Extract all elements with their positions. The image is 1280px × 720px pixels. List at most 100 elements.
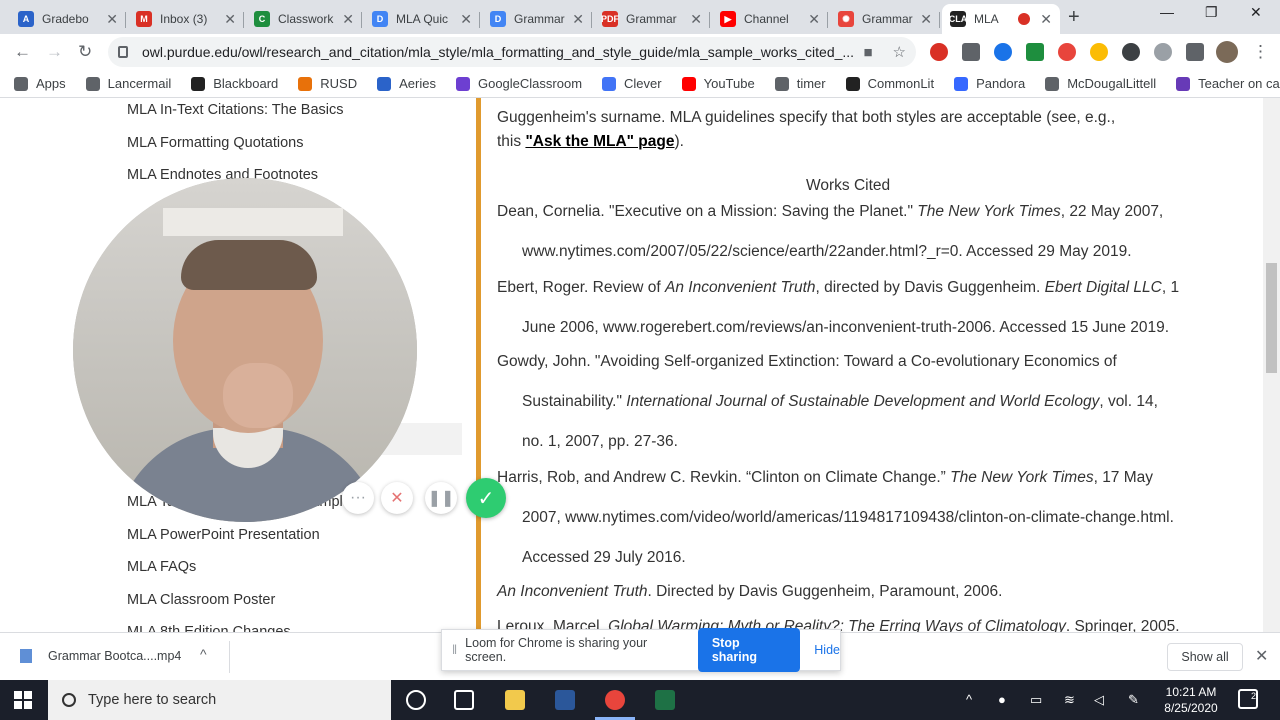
reload-icon[interactable]: ↻	[78, 42, 92, 62]
sidebar-item[interactable]: MLA In-Text Citations: The Basics	[127, 102, 344, 118]
download-item[interactable]: Grammar Bootca....mp4	[20, 649, 181, 663]
windows-start-icon[interactable]	[14, 691, 32, 709]
bookmark-aeries[interactable]: Aeries	[377, 76, 436, 91]
tab-8[interactable]: ✺ Grammar ✕	[830, 4, 940, 34]
bookmark-googleclassroom[interactable]: GoogleClassroom	[455, 76, 582, 91]
extension-loom-icon[interactable]	[930, 43, 948, 61]
close-tab-icon[interactable]: ✕	[224, 11, 236, 28]
microphone-icon[interactable]: ●	[998, 692, 1006, 707]
bookmark-mcdougallittell[interactable]: McDougalLittell	[1045, 76, 1156, 91]
extension-sheets-icon[interactable]	[1026, 43, 1044, 61]
close-tab-icon[interactable]: ✕	[572, 11, 584, 28]
pen-icon[interactable]: ✎	[1128, 692, 1139, 708]
chrome-icon[interactable]	[605, 690, 625, 710]
ask-the-mla-link[interactable]: "Ask the MLA" page	[525, 133, 674, 150]
sidebar-item[interactable]: MLA Formatting Quotations	[127, 135, 304, 151]
sidebar-item[interactable]: MLA PowerPoint Presentation	[127, 527, 320, 543]
bookmark-timer[interactable]: timer	[774, 76, 826, 91]
close-window-icon[interactable]: ✕	[1250, 4, 1262, 21]
sidebar-item[interactable]: MLA Classroom Poster	[127, 592, 275, 608]
sidebar-item[interactable]: MLA 8th Edition Changes	[127, 624, 291, 632]
extension-record-icon[interactable]	[1058, 43, 1076, 61]
loom-finish-icon[interactable]: ✓	[466, 478, 506, 518]
tab-9[interactable]: CLA MLA ✕	[942, 4, 1060, 34]
close-tab-icon[interactable]: ✕	[690, 11, 702, 28]
chevron-up-tray-icon[interactable]: ^	[966, 692, 972, 707]
close-tab-icon[interactable]: ✕	[808, 11, 820, 28]
close-tab-icon[interactable]: ✕	[460, 11, 472, 28]
minimize-icon[interactable]: —	[1160, 4, 1174, 20]
bookmark-clever[interactable]: Clever	[602, 76, 662, 91]
bookmark-label: RUSD	[320, 76, 358, 91]
bookmark-youtube[interactable]: YouTube	[681, 76, 755, 91]
close-tab-icon[interactable]: ✕	[342, 11, 354, 28]
tab-2[interactable]: M Inbox (3) ✕	[128, 4, 244, 34]
hide-button[interactable]: Hide	[814, 643, 840, 657]
search-placeholder: Type here to search	[88, 692, 217, 708]
tab-5[interactable]: D Grammar ✕	[482, 4, 592, 34]
clock[interactable]: 10:21 AM 8/25/2020	[1156, 684, 1226, 716]
taskbar-search[interactable]: Type here to search	[48, 680, 391, 720]
forward-icon[interactable]: →	[46, 42, 63, 62]
excel-icon[interactable]	[655, 690, 675, 710]
stop-sharing-button[interactable]: Stop sharing	[697, 628, 801, 672]
close-tab-icon[interactable]: ✕	[106, 11, 118, 28]
close-tab-icon[interactable]: ✕	[1040, 11, 1052, 28]
tab-1[interactable]: A Gradebo ✕	[10, 4, 126, 34]
menu-kebab-icon[interactable]: ⋮	[1252, 42, 1269, 62]
camera-icon[interactable]: ■	[863, 44, 872, 61]
scrollbar-thumb[interactable]	[1266, 263, 1277, 373]
citation-ebert: Ebert, Roger. Review of An Inconvenient …	[497, 279, 1180, 296]
close-tab-icon[interactable]: ✕	[920, 11, 932, 28]
loom-webcam-bubble[interactable]	[73, 178, 417, 522]
sidebar-item[interactable]: MLA FAQs	[127, 559, 196, 575]
extensions-puzzle-icon[interactable]	[1186, 43, 1204, 61]
bookmark-label: McDougalLittell	[1067, 76, 1157, 91]
globe-icon	[774, 76, 789, 91]
extension-screenshot-icon[interactable]	[962, 43, 980, 61]
new-tab-button[interactable]: +	[1068, 6, 1080, 29]
bookmark-lancermail[interactable]: Lancermail	[85, 76, 171, 91]
restore-icon[interactable]: ❐	[1205, 4, 1218, 21]
tab-3[interactable]: C Classwork ✕	[246, 4, 362, 34]
extension-k-icon[interactable]	[994, 43, 1012, 61]
bookmark-commonlit[interactable]: CommonLit	[845, 76, 934, 91]
bookmark-teacher-on-campus[interactable]: Teacher on campus	[1176, 76, 1280, 91]
bookmark-blackboard[interactable]: Blackboard	[191, 76, 278, 91]
extension-gear-icon[interactable]	[1154, 43, 1172, 61]
file-explorer-icon[interactable]	[505, 690, 525, 710]
bookmark-apps[interactable]: Apps	[14, 76, 66, 91]
tab-6[interactable]: PDF Grammar ✕	[594, 4, 710, 34]
commonlit-icon	[845, 76, 860, 91]
citation-gowdy: Gowdy, John. "Avoiding Self-organized Ex…	[497, 353, 1117, 370]
task-view-icon[interactable]	[454, 690, 474, 710]
bookmark-pandora[interactable]: Pandora	[954, 76, 1025, 91]
tab-7[interactable]: ▶ Channel ✕	[712, 4, 828, 34]
chevron-up-icon[interactable]: ^	[200, 646, 207, 662]
extension-owl-icon[interactable]	[1122, 43, 1140, 61]
loom-cancel-icon[interactable]: ✕	[381, 482, 413, 514]
close-download-bar-icon[interactable]: ✕	[1255, 646, 1268, 666]
docs-icon: D	[490, 11, 506, 27]
wifi-icon[interactable]: ≋	[1064, 692, 1075, 708]
loom-pause-icon[interactable]: ❚❚	[425, 482, 457, 514]
loom-sharing-banner: ‖ Loom for Chrome is sharing your screen…	[441, 628, 841, 672]
extension-hand-icon[interactable]	[1090, 43, 1108, 61]
profile-avatar[interactable]	[1216, 41, 1238, 63]
back-icon[interactable]: ←	[14, 42, 31, 62]
address-bar[interactable]: owl.purdue.edu/owl/research_and_citation…	[108, 37, 916, 67]
page-scrollbar[interactable]	[1263, 98, 1280, 632]
show-all-button[interactable]: Show all	[1167, 643, 1243, 671]
tab-4[interactable]: D MLA Quic ✕	[364, 4, 480, 34]
bookmark-star-icon[interactable]: ☆	[893, 43, 906, 61]
loom-more-icon[interactable]: ···	[342, 482, 374, 514]
drag-handle-icon[interactable]: ‖	[452, 643, 457, 657]
volume-icon[interactable]: ◁	[1094, 692, 1104, 708]
cortana-icon[interactable]	[406, 690, 426, 710]
battery-icon[interactable]: ▭	[1030, 692, 1042, 708]
notifications-icon[interactable]: 2	[1238, 689, 1258, 709]
word-icon[interactable]	[555, 690, 575, 710]
youtube-icon: ▶	[720, 11, 736, 27]
bookmark-rusd[interactable]: RUSD	[298, 76, 357, 91]
tab-title: MLA	[974, 12, 999, 26]
